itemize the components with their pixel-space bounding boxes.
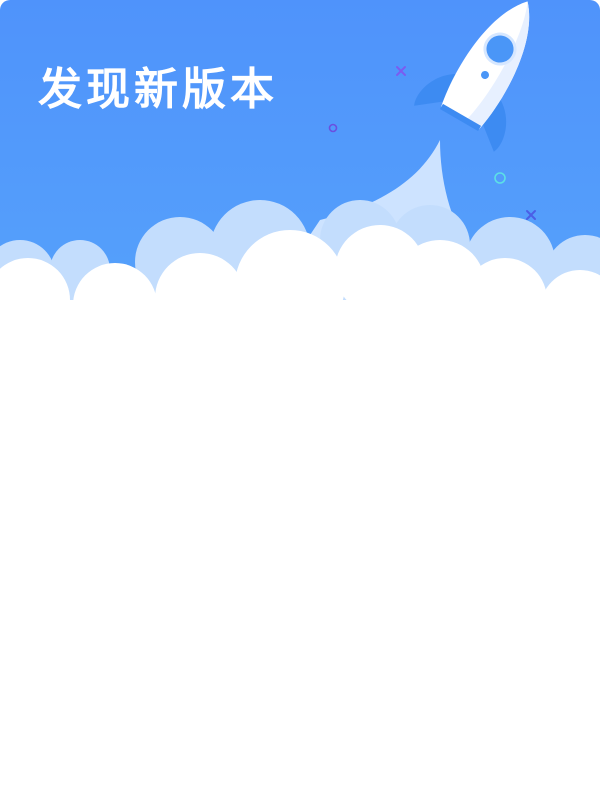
- sparkle-x-icon: [526, 210, 536, 220]
- rocket-icon: [414, 1, 530, 152]
- dialog-title: 发现新版本: [38, 64, 278, 115]
- ring-icon: [494, 172, 506, 184]
- header-illustration: [0, 1, 600, 330]
- sparkle-x-icon: [396, 66, 406, 76]
- dialog-body: [0, 330, 600, 808]
- update-header: 发现新版本: [0, 0, 600, 330]
- ring-icon: [328, 123, 338, 133]
- update-dialog: 发现新版本: [0, 0, 600, 808]
